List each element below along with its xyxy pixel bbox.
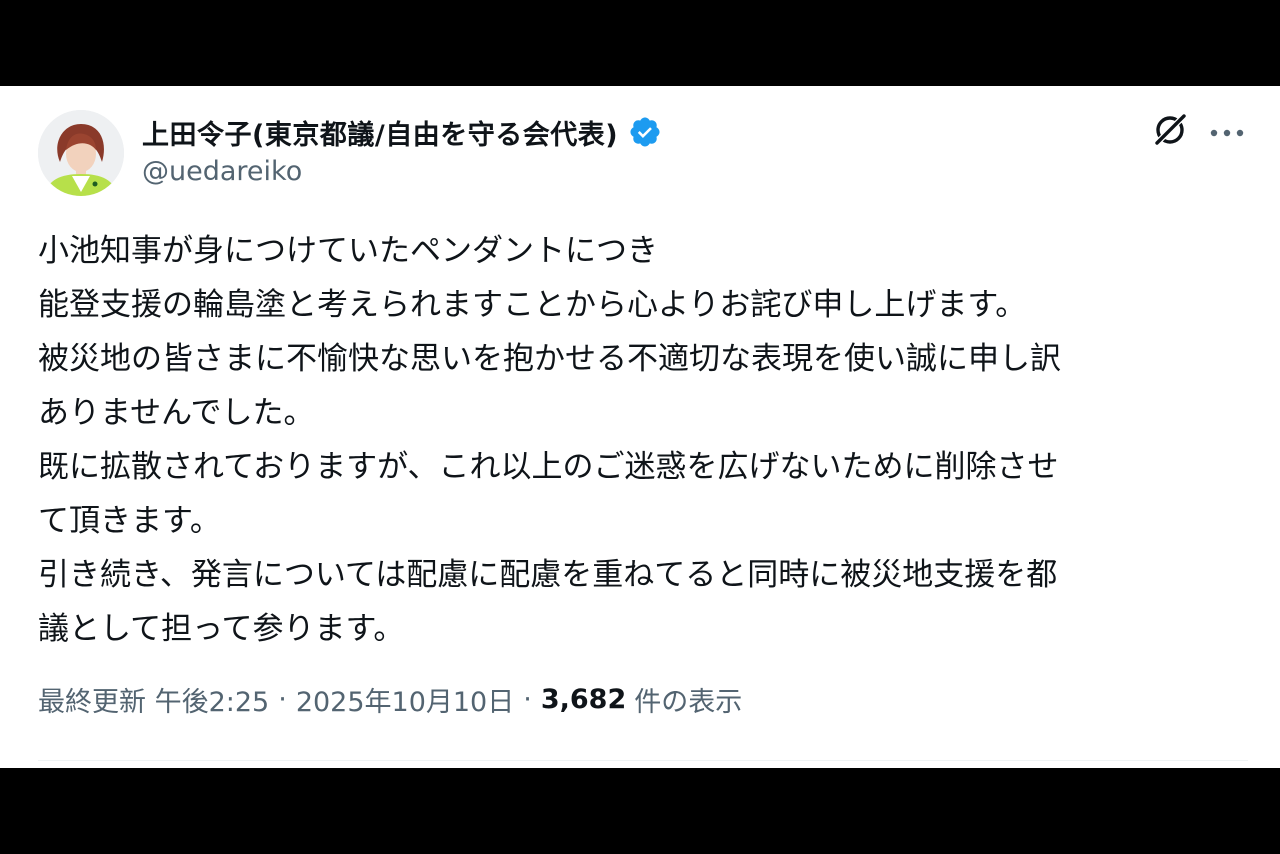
tweet-text-line: ありませんでした。 [38, 395, 315, 431]
verified-badge-icon [628, 115, 662, 149]
avatar[interactable] [38, 110, 124, 196]
more-options-button[interactable] [1206, 112, 1248, 152]
view-count: 3,682 [540, 684, 627, 715]
tweet-text-line: 被災地の皆さまに不愉快な思いを抱かせる不適切な表現を使い誠に申し訳 [38, 341, 1061, 377]
author-name-row: 上田令子(東京都議/自由を守る会代表) [142, 113, 662, 152]
tweet-text-line: 既に拡散されておりますが、これ以上のご迷惑を広げないために削除させ [38, 449, 1059, 485]
grok-button[interactable] [1150, 112, 1190, 152]
author-display-name[interactable]: 上田令子(東京都議/自由を守る会代表) [142, 113, 618, 152]
avatar-image [38, 110, 124, 196]
tweet-meta: 最終更新 午後2:25 · 2025年10月10日 · 3,682 件の表示 [38, 680, 742, 719]
author-handle[interactable]: @uedareiko [142, 156, 302, 187]
views-label: 件の表示 [634, 687, 743, 718]
tweet-text-line: 引き続き、発言については配慮に配慮を重ねてると同時に被災地支援を都 [38, 557, 1058, 593]
grok-icon [1151, 111, 1189, 153]
tweet-date-link[interactable]: 2025年10月10日 [296, 680, 514, 719]
more-icon [1209, 123, 1245, 142]
tweet-card: 上田令子(東京都議/自由を守る会代表) @uedareiko 小池知事が身につけ… [0, 86, 1280, 768]
tweet-text-line: て頂きます。 [38, 503, 221, 539]
edited-timestamp-link[interactable]: 最終更新 午後2:25 [38, 680, 269, 719]
meta-separator: · [523, 684, 532, 715]
tweet-text-line: 能登支援の輪島塗と考えられますことから心よりお詫び申し上げます。 [38, 287, 1027, 323]
divider [38, 760, 1248, 761]
meta-separator: · [278, 684, 287, 715]
tweet-text-line: 議として担って参ります。 [38, 611, 405, 647]
tweet-text-line: 小池知事が身につけていたペンダントにつき [38, 233, 658, 269]
screenshot-frame: 上田令子(東京都議/自由を守る会代表) @uedareiko 小池知事が身につけ… [0, 0, 1280, 854]
tweet-text: 小池知事が身につけていたペンダントにつき 能登支援の輪島塗と考えられますことから… [38, 224, 1253, 656]
